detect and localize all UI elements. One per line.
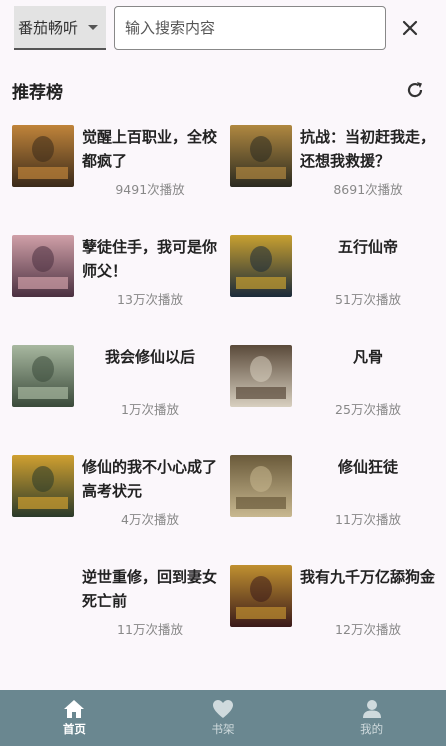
book-title: 修仙狂徒 (337, 458, 398, 476)
close-icon[interactable] (396, 14, 424, 42)
book-title: 五行仙帝 (337, 238, 398, 256)
bottom-nav: 首页 书架 我的 (0, 690, 446, 746)
book-cover (230, 235, 292, 297)
nav-label-bookshelf: 书架 (211, 722, 235, 736)
play-count: 11万次播放 (117, 622, 183, 637)
book-card[interactable]: 抗战：当初赶我走，还想我救援？ 8691次播放 (230, 125, 440, 225)
section-title: 推荐榜 (12, 83, 63, 103)
book-title: 孽徒住手，我可是你师父！ (82, 238, 218, 280)
source-select[interactable]: 番茄畅听 (14, 6, 106, 50)
book-card[interactable]: 修仙的我不小心成了高考状元 4万次播放 (12, 455, 222, 555)
play-count: 8691次播放 (333, 182, 403, 197)
book-cover (12, 565, 74, 627)
book-cover (12, 125, 74, 187)
book-title: 修仙的我不小心成了高考状元 (82, 458, 218, 500)
nav-item-profile[interactable]: 我的 (297, 690, 446, 746)
play-count: 25万次播放 (335, 402, 401, 417)
book-card[interactable]: 逆世重修，回到妻女死亡前 11万次播放 (12, 565, 222, 665)
nav-label-home: 首页 (62, 722, 86, 736)
heart-icon (213, 700, 233, 718)
search-bar: 番茄畅听 (0, 0, 446, 58)
nav-item-home[interactable]: 首页 (0, 690, 149, 746)
search-input[interactable] (114, 6, 386, 50)
book-card[interactable]: 凡骨 25万次播放 (230, 345, 440, 445)
book-title: 我会修仙以后 (104, 348, 195, 366)
book-cover (12, 235, 74, 297)
chevron-down-icon (88, 25, 98, 30)
book-title: 逆世重修，回到妻女死亡前 (82, 568, 218, 610)
book-title: 凡骨 (352, 348, 383, 366)
play-count: 4万次播放 (121, 512, 179, 527)
book-cover (230, 565, 292, 627)
book-title: 我有九千万亿舔狗金 (300, 568, 436, 586)
book-title: 觉醒上百职业，全校都疯了 (82, 128, 218, 170)
play-count: 1万次播放 (121, 402, 179, 417)
nav-item-bookshelf[interactable]: 书架 (149, 690, 298, 746)
book-card[interactable]: 五行仙帝 51万次播放 (230, 235, 440, 335)
play-count: 11万次播放 (335, 512, 401, 527)
book-card[interactable]: 孽徒住手，我可是你师父！ 13万次播放 (12, 235, 222, 335)
play-count: 9491次播放 (115, 182, 185, 197)
book-title: 抗战：当初赶我走，还想我救援？ (300, 128, 436, 170)
nav-label-profile: 我的 (360, 722, 384, 736)
refresh-icon[interactable] (402, 78, 428, 102)
book-card[interactable]: 我有九千万亿舔狗金 12万次播放 (230, 565, 440, 665)
book-card[interactable]: 觉醒上百职业，全校都疯了 9491次播放 (12, 125, 222, 225)
book-cover (230, 455, 292, 517)
book-cover (230, 125, 292, 187)
book-cover (12, 455, 74, 517)
home-icon (64, 700, 85, 718)
book-card[interactable]: 我会修仙以后 1万次播放 (12, 345, 222, 445)
source-select-label: 番茄畅听 (18, 18, 79, 37)
book-card[interactable]: 修仙狂徒 11万次播放 (230, 455, 440, 555)
book-cover (12, 345, 74, 407)
person-icon (362, 700, 381, 718)
play-count: 13万次播放 (117, 292, 183, 307)
play-count: 12万次播放 (335, 622, 401, 637)
book-cover (230, 345, 292, 407)
play-count: 51万次播放 (335, 292, 401, 307)
